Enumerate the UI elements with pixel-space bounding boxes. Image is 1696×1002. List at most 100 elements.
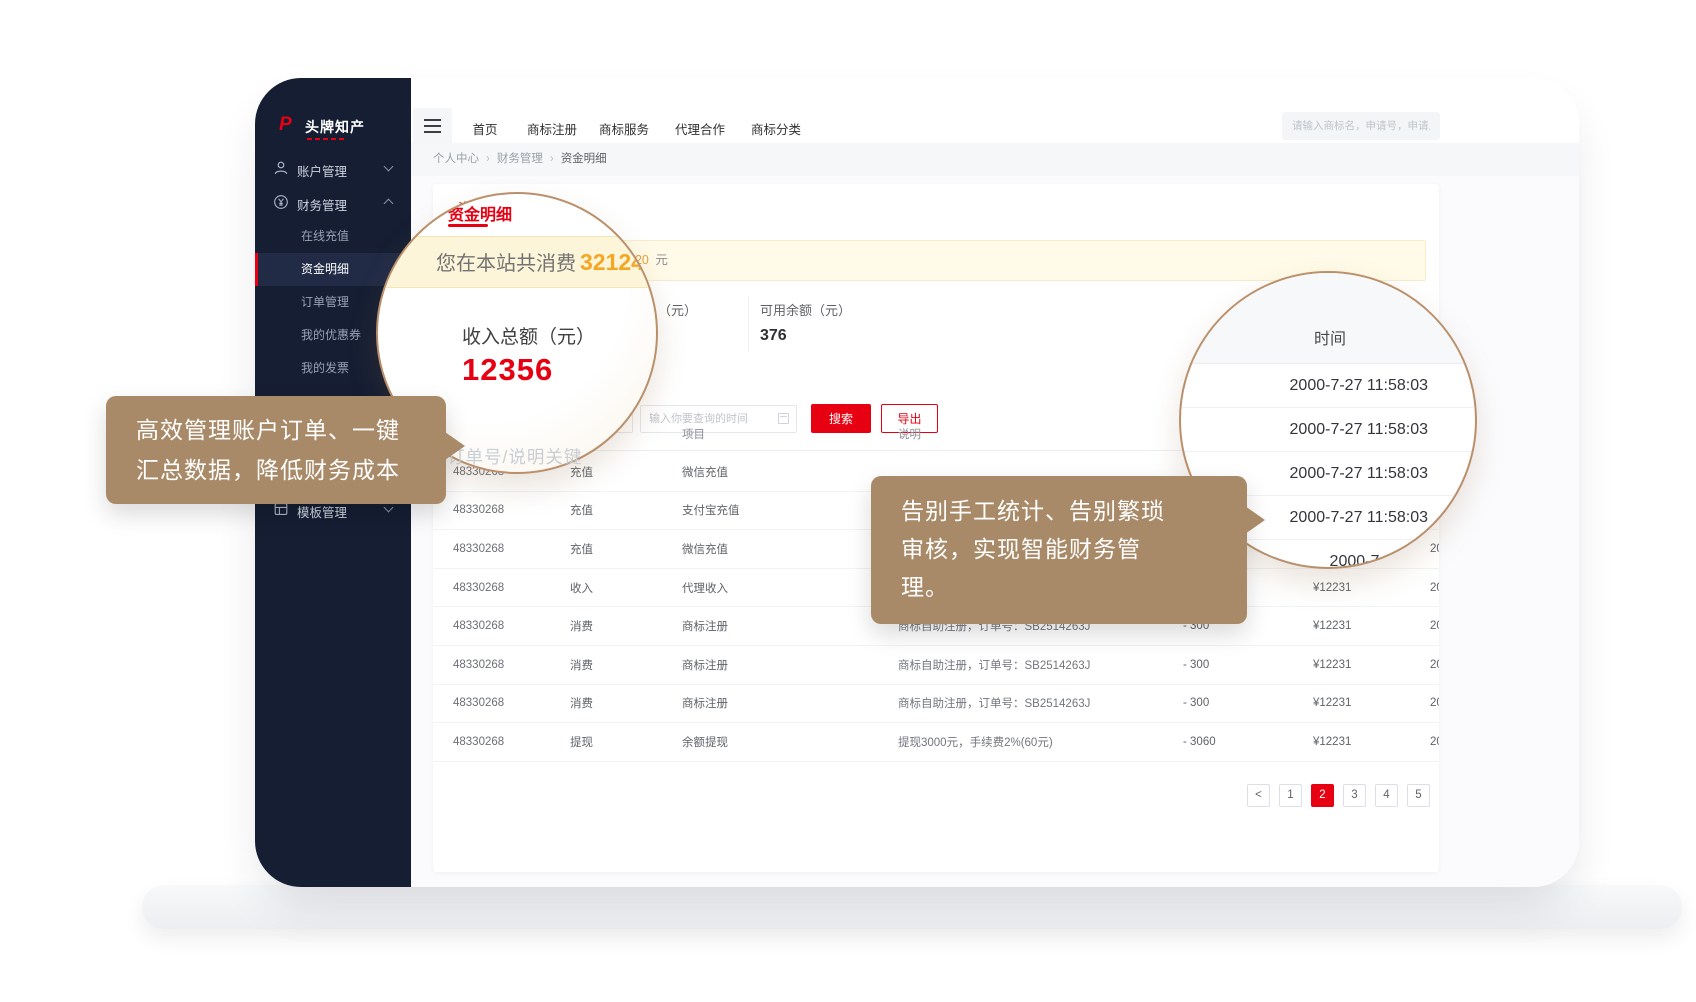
magnified-time-cell: 2000-7-27 11:58:03 (1181, 408, 1477, 452)
cell-project: 商标注册 (682, 695, 728, 711)
cell-order: 48330268 (453, 697, 504, 709)
cell-desc: 商标自助注册，订单号：SB2514263J (898, 695, 1090, 711)
cell-type: 消费 (570, 618, 593, 634)
magnified-banner-amount: 32124 (580, 249, 644, 275)
topbar: 首页 商标注册 商标服务 代理合作 商标分类 (411, 78, 1579, 143)
sidebar-item-finance[interactable]: 财务管理 (255, 188, 411, 216)
cell-order: 48330268 (453, 736, 504, 748)
cell-order: 48330268 (453, 620, 504, 632)
table-row[interactable]: 48330268 消费 商标注册 商标自助注册，订单号：SB2514263J -… (433, 646, 1439, 685)
pagination-page-button[interactable]: 3 (1343, 784, 1366, 807)
trademark-search-input[interactable] (1282, 112, 1440, 140)
callout-right: 告别手工统计、告别繁琐审核，实现智能财务管理。 (871, 476, 1247, 624)
cell-project: 商标注册 (682, 657, 728, 673)
cell-amount: - 3060 (1183, 736, 1216, 748)
nav-item[interactable]: 首页 (472, 119, 497, 138)
callout-left: 高效管理账户订单、一键汇总数据，降低财务成本 (106, 396, 446, 504)
brand-logo-icon: P (279, 115, 299, 135)
chevron-down-icon (384, 162, 394, 172)
pagination-pages: 12345 (1279, 784, 1430, 807)
logo[interactable]: P 头牌知产 (255, 114, 411, 144)
pagination-page-button[interactable]: 1 (1279, 784, 1302, 807)
stat-expense: （元） (658, 300, 697, 319)
cell-balance: ¥12231 (1313, 697, 1351, 709)
cell-order: 48330268 (453, 659, 504, 671)
cell-time: 2000-7-27 11:58:03 (1430, 582, 1439, 594)
cell-type: 充值 (570, 502, 593, 518)
callout-right-text: 告别手工统计、告别繁琐审核，实现智能财务管理。 (901, 492, 1247, 606)
cell-desc: 提现3000元，手续费2%(60元) (898, 734, 1053, 750)
cell-type: 充值 (570, 541, 593, 557)
breadcrumb-item[interactable]: 个人中心 (433, 153, 497, 165)
nav-item[interactable]: 商标服务 (599, 119, 649, 138)
breadcrumb-item[interactable]: 资金明细 (561, 153, 607, 165)
col-desc: 说明 (898, 426, 921, 442)
stage: P 头牌知产 账户管理 财务管理 (0, 0, 1696, 1002)
user-icon (273, 160, 289, 176)
pagination-page-button[interactable]: 4 (1375, 784, 1398, 807)
cell-project: 微信充值 (682, 464, 728, 480)
nav-item[interactable]: 商标注册 (527, 119, 577, 138)
cell-type: 消费 (570, 657, 593, 673)
pagination-prev-button[interactable]: < (1247, 784, 1270, 807)
magnified-keyword-placeholder: 订单号/说明关键 (447, 444, 582, 469)
chevron-down-icon (384, 503, 394, 513)
cell-type: 消费 (570, 695, 593, 711)
stat-balance: 可用余额（元） 376 (760, 300, 851, 345)
brand-name: 头牌知产 (305, 117, 365, 137)
laptop-base (142, 885, 1682, 929)
nav-item[interactable]: 代理合作 (675, 119, 725, 138)
breadcrumb: 个人中心财务管理资金明细 (411, 143, 1579, 176)
breadcrumb-item[interactable]: 财务管理 (497, 153, 561, 165)
divider (748, 296, 749, 352)
callout-arrow-icon (1245, 506, 1265, 534)
magnified-income-label: 收入总额（元） (462, 322, 595, 349)
cell-desc: 商标自助注册，订单号：SB2514263J (898, 657, 1090, 673)
magnified-tab-underline (448, 224, 488, 227)
consumption-unit: 元 (655, 253, 668, 267)
cell-time: 2000-7-27 11:58:03 (1430, 736, 1439, 748)
cell-project: 代理收入 (682, 580, 728, 596)
pagination: < 12345 (1247, 784, 1430, 807)
cell-balance: ¥12231 (1313, 736, 1351, 748)
stat-balance-value: 376 (760, 327, 851, 345)
table-row[interactable]: 48330268 消费 商标注册 商标自助注册，订单号：SB2514263J -… (433, 685, 1439, 724)
cell-time: 2000-7-27 11:58:03 (1430, 659, 1439, 671)
sidebar-item-label: 模板管理 (297, 502, 347, 521)
table-row[interactable]: 48330268 提现 余额提现 提现3000元，手续费2%(60元) - 30… (433, 723, 1439, 762)
cell-order: 48330268 (453, 504, 504, 516)
magnified-tab-label: 资金明细 (448, 201, 512, 225)
magnified-income-value: 12356 (462, 352, 553, 388)
cell-time: 2000-7-27 11:58:03 (1430, 697, 1439, 709)
cell-amount: - 300 (1183, 697, 1209, 709)
cell-amount: - 300 (1183, 659, 1209, 671)
cell-order: 48330268 (453, 582, 504, 594)
cell-project: 余额提现 (682, 734, 728, 750)
brand-tagline-marks (307, 138, 344, 140)
cell-balance: ¥12231 (1313, 659, 1351, 671)
cell-project: 商标注册 (682, 618, 728, 634)
pagination-page-button[interactable]: 2 (1311, 784, 1334, 807)
chevron-up-icon (384, 199, 394, 209)
col-project[interactable]: 项目 (682, 428, 693, 440)
pagination-page-button[interactable]: 5 (1407, 784, 1430, 807)
cell-type: 提现 (570, 734, 593, 750)
main-nav: 首页 商标注册 商标服务 代理合作 商标分类 (411, 108, 1011, 143)
cell-project: 微信充值 (682, 541, 728, 557)
cell-balance: ¥12231 (1313, 582, 1351, 594)
sidebar-item-label: 账户管理 (297, 161, 347, 180)
sidebar-item-label: 财务管理 (297, 195, 347, 214)
nav-item[interactable]: 商标分类 (751, 119, 801, 138)
cell-type: 收入 (570, 580, 593, 596)
magnified-time-header: 时间 (1181, 273, 1477, 364)
cell-balance: ¥12231 (1313, 620, 1351, 632)
cell-order: 48330268 (453, 543, 504, 555)
sidebar-item-account[interactable]: 账户管理 (255, 154, 411, 182)
magnified-banner: 您在本站共消费32124元 (378, 236, 658, 288)
magnified-time-cell: 2000-7-27 11:58:03 (1181, 364, 1477, 408)
yen-circle-icon (273, 194, 289, 210)
callout-left-text: 高效管理账户订单、一键汇总数据，降低财务成本 (136, 410, 446, 490)
cell-time: 2000-7-27 11:58:03 (1430, 620, 1439, 632)
callout-arrow-icon (445, 432, 465, 460)
cell-project: 支付宝充值 (682, 502, 740, 518)
